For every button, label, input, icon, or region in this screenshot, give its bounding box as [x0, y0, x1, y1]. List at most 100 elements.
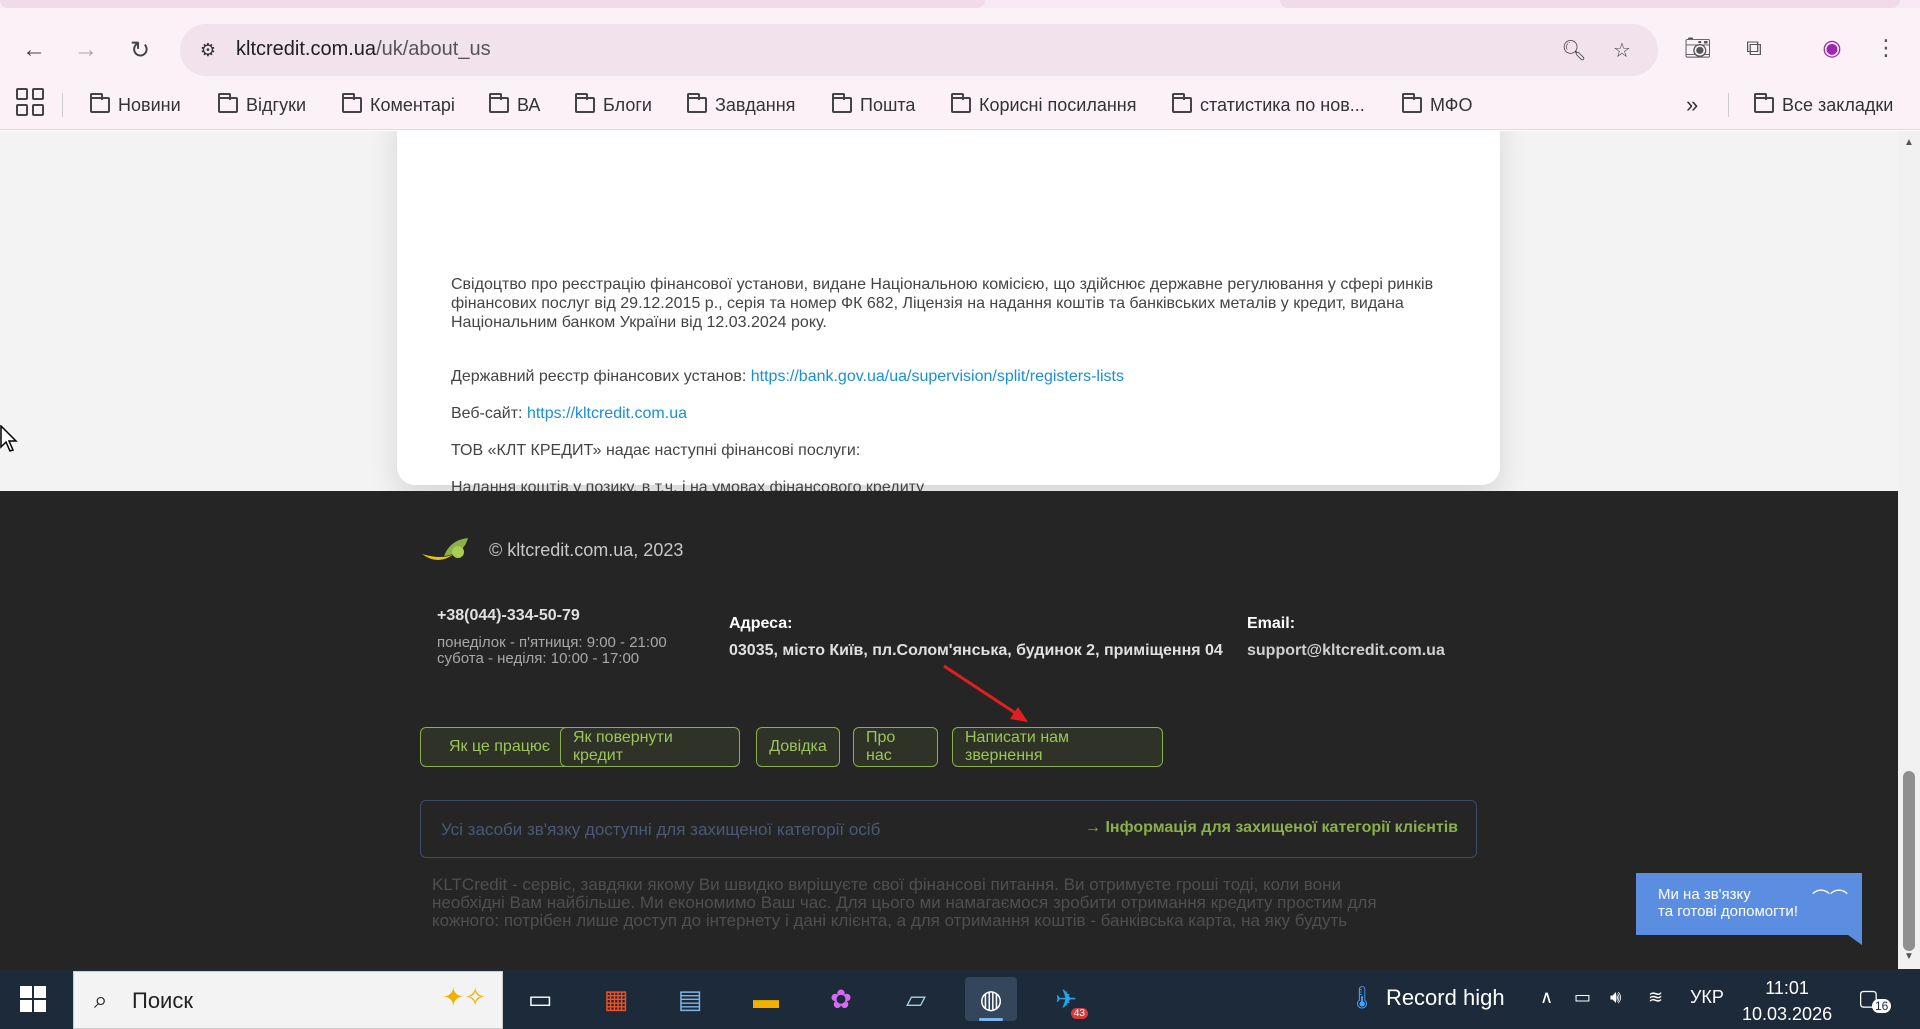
search-icon: ⌕ — [94, 987, 108, 1014]
address-value: 03035, місто Київ, пл.Солом'янська, буди… — [729, 642, 1223, 659]
all-bookmarks-label: Все закладки — [1782, 94, 1894, 115]
bookmark-label: статистика по нов... — [1200, 94, 1365, 115]
description-line: кожного: потрібен лише доступ до інтерне… — [432, 911, 1348, 930]
bookmark-folder[interactable]: Блоги — [575, 88, 652, 122]
profile-icon[interactable]: ◉ — [1814, 30, 1850, 66]
folder-icon — [489, 93, 509, 113]
bookmark-folder[interactable]: статистика по нов... — [1172, 88, 1365, 122]
website-line: Веб-сайт: https://kltcredit.com.ua — [451, 404, 687, 423]
telegram-badge: 43 — [1070, 1008, 1088, 1019]
back-icon[interactable]: ← — [14, 30, 54, 70]
folder-icon — [218, 93, 238, 113]
site-footer: © kltcredit.com.ua, 2023 +38(044)-334-50… — [0, 491, 1898, 969]
help-button[interactable]: Довідка — [756, 727, 840, 767]
site-settings-icon[interactable]: ⚙ — [194, 36, 222, 64]
camera-icon[interactable]: 📷︎ — [1680, 30, 1716, 66]
scroll-down-icon[interactable]: ▼ — [1902, 951, 1916, 965]
bookmark-folder[interactable]: Коментарі — [342, 88, 455, 122]
extensions-icon[interactable]: ⧉ — [1736, 30, 1772, 66]
how-it-works-button[interactable]: Як це працює — [420, 727, 579, 767]
forward-icon[interactable]: → — [66, 30, 106, 70]
page-viewport: Свідоцтво про реєстрацію фінансової уста… — [0, 131, 1898, 969]
website-label: Веб-сайт: — [451, 405, 527, 422]
telegram-icon[interactable]: ✈ 43 — [1040, 977, 1092, 1021]
license-info-card: Свідоцтво про реєстрацію фінансової уста… — [397, 131, 1500, 496]
battery-icon[interactable]: ▭ — [1574, 987, 1591, 1008]
clock[interactable]: 11:01 10.03.2026 — [1742, 975, 1832, 1027]
bookmark-folder[interactable]: Новини — [90, 88, 181, 122]
sparkle-icon: ✦✧ — [442, 982, 486, 1012]
write-appeal-button[interactable]: Написати нам звернення — [952, 727, 1163, 767]
chevron-up-icon[interactable]: ∧ — [1540, 987, 1553, 1008]
page-scrollbar[interactable]: ▲ ▼ — [1898, 131, 1920, 969]
wifi-icon[interactable]: ≋ — [1648, 987, 1663, 1008]
folder-icon — [951, 93, 971, 113]
apps-grid-icon[interactable] — [16, 88, 44, 116]
folder-icon — [832, 93, 852, 113]
phone-number[interactable]: +38(044)-334-50-79 — [437, 607, 580, 625]
windows-start-icon[interactable] — [20, 986, 46, 1012]
bookmark-folder[interactable]: Відгуки — [218, 88, 306, 122]
notifications-icon[interactable]: ▢ 16 — [1858, 985, 1892, 1013]
website-link[interactable]: https://kltcredit.com.ua — [527, 405, 687, 422]
certificate-text-line: Національним банком України від 12.03.20… — [451, 314, 827, 331]
folder-icon — [342, 93, 362, 113]
certificate-text-line: фінансових послуг від 29.12.2015 р., сер… — [451, 295, 1404, 312]
service-description: KLTCredit - сервіс, завдяки якому Ви шви… — [432, 876, 1462, 930]
bookmark-label: Пошта — [860, 94, 916, 115]
tab-background — [0, 0, 985, 8]
chat-face-icon: ⌒⌒ — [1812, 889, 1848, 909]
notification-count: 16 — [1872, 999, 1892, 1013]
folder-icon — [575, 93, 595, 113]
scrollbar-thumb[interactable] — [1903, 771, 1915, 951]
zoom-icon[interactable]: 🔍︎ — [1560, 36, 1588, 64]
protected-category-text: Усі засоби зв'язку доступні для захищено… — [441, 820, 881, 839]
folder-icon — [1172, 93, 1192, 113]
folder-icon — [1402, 93, 1422, 113]
bookmark-label: Відгуки — [246, 94, 307, 115]
bookmark-label: МФО — [1430, 94, 1473, 115]
windows-taskbar: ⌕ Поиск ✦✧ ▭ ▦ ▤ ▬ ✿ ▱ ◍ ✈ 43 🌡︎ Record h… — [0, 969, 1920, 1029]
copilot-icon[interactable]: ✿ — [815, 977, 867, 1021]
chrome-icon[interactable]: ◍ — [965, 977, 1017, 1021]
taskbar-search[interactable]: ⌕ Поиск ✦✧ — [73, 971, 503, 1029]
protected-category-link[interactable]: → Інформація для захищеної категорії клі… — [1085, 819, 1458, 837]
microsoft-store-icon[interactable]: ▦ — [590, 977, 642, 1021]
bookmark-folder[interactable]: Корисні посилання — [951, 88, 1136, 122]
bookmark-star-icon[interactable]: ☆ — [1608, 36, 1636, 64]
bookmarks-overflow-button[interactable]: » — [1686, 88, 1698, 122]
search-label: Поиск — [132, 988, 193, 1013]
kltcredit-logo[interactable] — [420, 536, 472, 568]
bookmark-folder[interactable]: МФО — [1402, 88, 1472, 122]
about-us-button[interactable]: Про нас — [853, 727, 938, 767]
bookmark-folder[interactable]: Завдання — [687, 88, 795, 122]
file-explorer-icon[interactable]: ▬ — [740, 977, 792, 1021]
calculator-icon[interactable]: ▤ — [664, 977, 716, 1021]
hours-weekdays: понеділок - п'ятниця: 9:00 - 21:00 — [437, 634, 667, 651]
reload-icon[interactable]: ↻ — [120, 30, 160, 70]
url-text[interactable]: kltcredit.com.ua/uk/about_us — [236, 38, 491, 61]
menu-icon[interactable]: ⋮ — [1868, 30, 1904, 66]
chat-widget[interactable]: Ми на зв'язку та готові допомогти! ⌒⌒ — [1636, 873, 1862, 945]
folder-icon — [90, 93, 110, 113]
address-label: Адреса: — [729, 615, 793, 632]
notepad-icon[interactable]: ▱ — [890, 977, 942, 1021]
email-link[interactable]: support@kltcredit.com.ua — [1247, 642, 1445, 660]
services-intro: ТОВ «КЛТ КРЕДИТ» надає наступні фінансов… — [451, 442, 861, 459]
all-bookmarks-button[interactable]: Все закладки — [1754, 88, 1893, 122]
scroll-up-icon[interactable]: ▲ — [1902, 137, 1916, 151]
tab-background — [1280, 0, 1900, 8]
address-bar[interactable]: ⚙ kltcredit.com.ua/uk/about_us 🔍︎ ☆ — [180, 24, 1658, 76]
bookmark-folder[interactable]: ВА — [489, 88, 540, 122]
task-view-icon[interactable]: ▭ — [514, 977, 566, 1021]
thermometer-icon: 🌡︎ — [1348, 985, 1376, 1010]
bookmark-label: Корисні посилання — [979, 94, 1137, 115]
how-to-repay-button[interactable]: Як повернути кредит — [560, 727, 740, 767]
weather-widget[interactable]: 🌡︎ Record high — [1348, 985, 1505, 1011]
volume-icon[interactable]: 🔊︎ — [1610, 987, 1621, 1008]
bookmark-separator — [62, 93, 63, 117]
bookmark-folder[interactable]: Пошта — [832, 88, 915, 122]
language-indicator[interactable]: УКР — [1690, 987, 1724, 1008]
registry-link[interactable]: https://bank.gov.ua/ua/supervision/split… — [751, 368, 1124, 385]
mouse-cursor-icon — [0, 425, 18, 452]
